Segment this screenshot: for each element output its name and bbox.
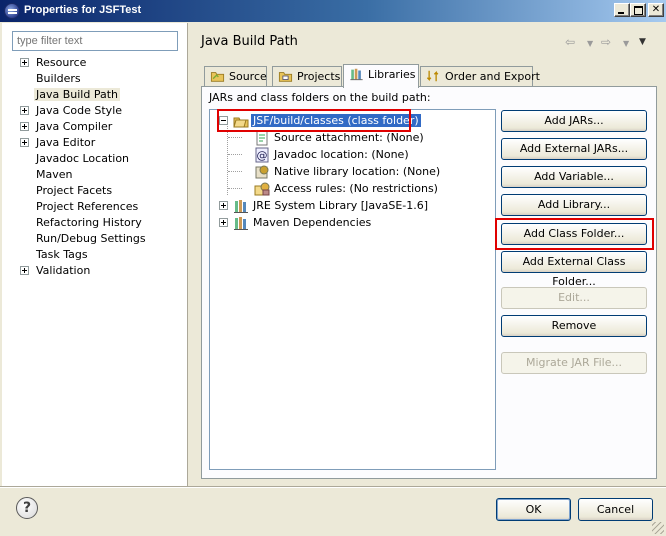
nav-item-java-code-style[interactable]: Java Code Style <box>2 103 188 119</box>
add-class-folder-button[interactable]: Add Class Folder... <box>501 223 647 245</box>
svg-text:@: @ <box>257 149 268 162</box>
source-attachment-icon <box>256 130 268 146</box>
nav-item-resource[interactable]: Resource <box>2 55 188 71</box>
tree-item-label: Maven Dependencies <box>253 216 372 229</box>
nav-item-builders[interactable]: Builders <box>2 71 188 87</box>
native-library-entry[interactable]: Native library location: (None) <box>210 164 490 181</box>
nav-item-javadoc-location[interactable]: Javadoc Location <box>2 151 188 167</box>
tab-label: Libraries <box>368 68 416 81</box>
title-bar: Properties for JSFTest <box>0 0 666 22</box>
maven-dependencies-entry[interactable]: Maven Dependencies <box>219 215 479 232</box>
maximize-button[interactable] <box>630 3 646 17</box>
forward-arrow-icon[interactable]: ⇨ <box>601 35 611 49</box>
nav-item-java-editor[interactable]: Java Editor <box>2 135 188 151</box>
tab-projects[interactable]: Projects <box>272 66 342 86</box>
nav-item-project-facets[interactable]: Project Facets <box>2 183 188 199</box>
tab-label: Source <box>229 70 267 83</box>
back-arrow-icon[interactable]: ⇦ <box>565 35 575 49</box>
window-title: Properties for JSFTest <box>24 4 142 16</box>
tree-item-label: Javadoc location: (None) <box>274 148 409 161</box>
add-variable-button[interactable]: Add Variable... <box>501 166 647 188</box>
help-icon[interactable]: ? <box>16 497 38 519</box>
add-library-button[interactable]: Add Library... <box>501 194 647 216</box>
tree-item-label: Native library location: (None) <box>274 165 441 178</box>
nav-item-label: Java Code Style <box>36 104 123 117</box>
expand-icon[interactable] <box>20 106 29 115</box>
tab-source[interactable]: Source <box>204 66 267 86</box>
cancel-button[interactable]: Cancel <box>578 498 653 521</box>
nav-item-label: Java Build Path <box>34 88 121 101</box>
tree-item-label: Source attachment: (None) <box>274 131 424 144</box>
javadoc-location-entry[interactable]: @ Javadoc location: (None) <box>210 147 490 164</box>
nav-item-label: Refactoring History <box>36 216 142 229</box>
tab-label: Order and Export <box>445 70 540 83</box>
nav-item-java-compiler[interactable]: Java Compiler <box>2 119 188 135</box>
nav-item-label: Maven <box>36 168 73 181</box>
nav-item-label: Java Editor <box>36 136 96 149</box>
nav-item-task-tags[interactable]: Task Tags <box>2 247 188 263</box>
expand-icon[interactable] <box>20 138 29 147</box>
expand-icon[interactable] <box>20 122 29 131</box>
tab-libraries[interactable]: Libraries <box>343 64 419 88</box>
access-rules-entry[interactable]: Access rules: (No restrictions) <box>210 181 490 198</box>
nav-item-run-debug-settings[interactable]: Run/Debug Settings <box>2 231 188 247</box>
page-header: Java Build Path ⇦ ▼ ⇨ ▼ ▼ <box>189 23 664 61</box>
tree-item-label: Access rules: (No restrictions) <box>274 182 438 195</box>
nav-item-label: Project References <box>36 200 139 213</box>
footer-separator <box>0 486 666 488</box>
expand-icon[interactable] <box>20 58 29 67</box>
eclipse-icon <box>4 3 20 19</box>
page-title: Java Build Path <box>201 34 298 49</box>
add-external-class-folder-button[interactable]: Add External Class Folder... <box>501 251 647 288</box>
resize-grip-icon[interactable] <box>652 522 664 534</box>
nav-item-label: Resource <box>36 56 87 69</box>
forward-dropdown-icon[interactable]: ▼ <box>623 39 629 48</box>
access-rules-icon <box>254 182 270 196</box>
add-jars-button[interactable]: Add JARs... <box>501 110 647 132</box>
edit-button[interactable]: Edit... <box>501 287 647 309</box>
source-attachment-entry[interactable]: Source attachment: (None) <box>210 130 490 147</box>
highlight-class-folder <box>217 109 411 132</box>
add-external-jars-button[interactable]: Add External JARs... <box>501 138 647 160</box>
minimize-button[interactable] <box>614 3 630 17</box>
native-library-icon <box>255 165 269 179</box>
libraries-icon <box>350 68 363 81</box>
project-folder-icon <box>278 72 293 82</box>
nav-item-refactoring-history[interactable]: Refactoring History <box>2 215 188 231</box>
filter-input[interactable] <box>12 31 178 51</box>
expand-icon[interactable] <box>219 201 228 210</box>
properties-nav-panel: Resource Builders Java Build Path Java C… <box>2 23 188 486</box>
nav-item-label: Task Tags <box>36 248 88 261</box>
nav-item-label: Builders <box>36 72 81 85</box>
tab-label: Projects <box>297 70 341 83</box>
nav-item-label: Validation <box>36 264 91 277</box>
nav-item-project-references[interactable]: Project References <box>2 199 188 215</box>
jre-system-library-entry[interactable]: JRE System Library [JavaSE-1.6] <box>219 198 479 215</box>
javadoc-icon: @ <box>255 147 269 163</box>
nav-item-validation[interactable]: Validation <box>2 263 188 279</box>
expand-icon[interactable] <box>20 266 29 275</box>
order-export-icon <box>426 70 439 82</box>
source-folder-icon <box>210 72 225 82</box>
view-menu-icon[interactable]: ▼ <box>639 37 646 47</box>
tab-order-and-export[interactable]: Order and Export <box>420 66 540 86</box>
nav-item-java-build-path[interactable]: Java Build Path <box>2 87 188 103</box>
build-path-description: JARs and class folders on the build path… <box>209 91 431 104</box>
nav-item-label: Project Facets <box>36 184 113 197</box>
nav-item-maven[interactable]: Maven <box>2 167 188 183</box>
nav-item-label: Java Compiler <box>36 120 113 133</box>
back-dropdown-icon[interactable]: ▼ <box>587 39 593 48</box>
expand-icon[interactable] <box>219 218 228 227</box>
library-icon <box>234 200 248 213</box>
nav-item-label: Run/Debug Settings <box>36 232 146 245</box>
migrate-jar-button[interactable]: Migrate JAR File... <box>501 352 647 374</box>
nav-item-label: Javadoc Location <box>36 152 130 165</box>
ok-button[interactable]: OK <box>496 498 571 521</box>
close-button[interactable] <box>648 3 664 17</box>
library-icon <box>234 217 248 230</box>
tree-item-label: JRE System Library [JavaSE-1.6] <box>253 199 429 212</box>
remove-button[interactable]: Remove <box>501 315 647 337</box>
build-path-tree: JSF/build/classes (class folder) Source … <box>209 109 496 470</box>
